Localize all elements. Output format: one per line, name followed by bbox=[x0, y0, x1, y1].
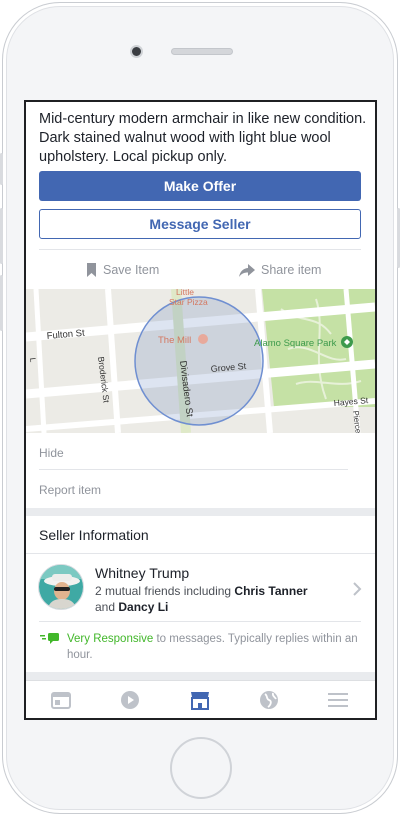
the-mill-pin-icon bbox=[198, 334, 208, 344]
map-canvas: Fulton St Broderick St Divisadero St Gro… bbox=[26, 289, 375, 433]
tab-news-feed[interactable] bbox=[50, 689, 72, 711]
the-mill-label: The Mill bbox=[158, 335, 191, 346]
home-button[interactable] bbox=[170, 737, 232, 799]
section-separator bbox=[26, 672, 375, 680]
location-map[interactable]: Fulton St Broderick St Divisadero St Gro… bbox=[26, 289, 375, 433]
menu-icon bbox=[328, 693, 348, 707]
mutual-and: and bbox=[95, 600, 119, 614]
share-arrow-icon bbox=[239, 263, 255, 277]
mutual-friend-name: Dancy Li bbox=[118, 600, 169, 614]
seller-avatar[interactable] bbox=[38, 564, 84, 610]
chevron-right-icon[interactable] bbox=[352, 581, 362, 597]
save-item-label: Save Item bbox=[103, 263, 160, 277]
phone-screen: Mid-century modern armchair in like new … bbox=[24, 100, 377, 720]
responsive-badge: Very Responsive bbox=[67, 633, 154, 645]
earpiece-speaker bbox=[171, 48, 233, 55]
report-item-option[interactable]: Report item bbox=[39, 483, 101, 497]
bottom-tab-bar bbox=[26, 680, 375, 718]
section-separator bbox=[26, 508, 375, 516]
globe-icon bbox=[260, 691, 278, 709]
divider bbox=[39, 249, 361, 250]
divider bbox=[39, 621, 361, 622]
mutual-friend-name: Chris Tanner bbox=[234, 584, 308, 598]
phone-volume-down bbox=[0, 275, 3, 331]
share-item-button[interactable]: Share item bbox=[239, 260, 321, 280]
phone-side-button bbox=[0, 153, 3, 185]
front-camera bbox=[130, 45, 143, 58]
little-star-pizza-label-2: Star Pizza bbox=[169, 297, 208, 307]
mutual-prefix: 2 mutual friends including bbox=[95, 584, 235, 598]
marketplace-icon bbox=[191, 691, 209, 710]
save-item-button[interactable]: Save Item bbox=[86, 260, 159, 280]
phone-volume-up bbox=[0, 208, 3, 264]
video-icon bbox=[121, 691, 139, 709]
alamo-square-park-label: Alamo Square Park bbox=[254, 338, 337, 349]
tab-video[interactable] bbox=[119, 689, 141, 711]
message-bubble-icon bbox=[40, 633, 59, 644]
seller-name[interactable]: Whitney Trump bbox=[95, 565, 189, 581]
message-seller-button[interactable]: Message Seller bbox=[39, 209, 361, 239]
make-offer-button[interactable]: Make Offer bbox=[39, 171, 361, 201]
news-feed-icon bbox=[51, 691, 71, 709]
tab-globe[interactable] bbox=[258, 689, 280, 711]
tab-marketplace[interactable] bbox=[189, 689, 211, 711]
listing-description: Mid-century modern armchair in like new … bbox=[39, 111, 367, 165]
seller-information-title: Seller Information bbox=[39, 527, 149, 543]
bookmark-icon bbox=[87, 263, 96, 277]
responsiveness-text: Very Responsive to messages. Typically r… bbox=[67, 631, 367, 663]
mutual-friends-text: 2 mutual friends including Chris Tanner … bbox=[95, 583, 345, 615]
hide-option[interactable]: Hide bbox=[39, 446, 64, 460]
tab-menu[interactable] bbox=[327, 689, 349, 711]
share-item-label: Share item bbox=[261, 263, 322, 277]
divider bbox=[39, 469, 348, 470]
little-star-pizza-label-1: Little bbox=[176, 289, 194, 297]
divider bbox=[26, 553, 375, 554]
